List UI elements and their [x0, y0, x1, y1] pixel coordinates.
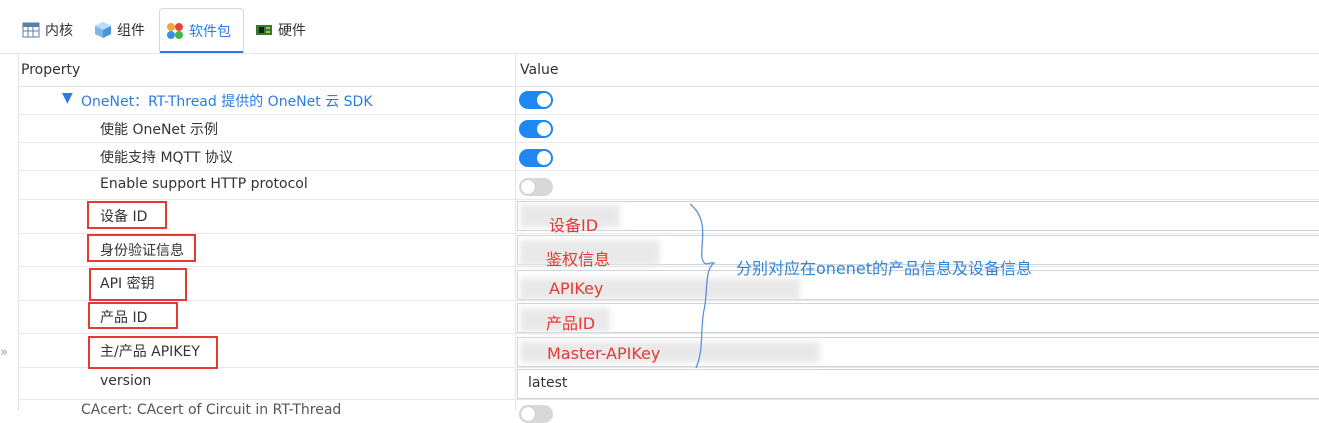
- table-icon: [22, 21, 40, 39]
- tab-kernel[interactable]: 内核: [22, 12, 73, 48]
- circuit-board-icon: [255, 21, 273, 39]
- highlight-box: [89, 268, 187, 301]
- collapse-sidebar-icon[interactable]: »: [0, 345, 14, 367]
- enable-mqtt-label: 使能支持 MQTT 协议: [100, 150, 233, 166]
- cacert-label: CAcert: CAcert of Circuit in RT-Thread: [81, 402, 342, 418]
- cacert-toggle[interactable]: [519, 405, 553, 423]
- header-property: Property: [21, 62, 81, 78]
- brace-drawing: [690, 203, 716, 369]
- version-value: latest: [528, 375, 568, 391]
- expand-arrow-icon[interactable]: ▼: [62, 90, 73, 106]
- annotation-auth-info: 鉴权信息: [546, 250, 611, 269]
- enable-mqtt-toggle[interactable]: [519, 149, 553, 167]
- tab-bar: 内核 组件 软件包 硬件: [0, 0, 1319, 54]
- enable-http-toggle[interactable]: [519, 178, 553, 196]
- annotation-master-apikey: Master-APIKey: [547, 344, 661, 363]
- tab-components-label: 组件: [117, 23, 145, 39]
- highlight-box: [88, 336, 218, 369]
- highlight-box: [87, 234, 196, 262]
- version-input[interactable]: latest: [517, 369, 1319, 399]
- highlight-box: [87, 201, 167, 229]
- product-id-input[interactable]: [517, 303, 1319, 333]
- annotation-product-id: 产品ID: [546, 314, 596, 333]
- grid-header: Property Value: [18, 54, 1319, 87]
- tab-hardware[interactable]: 硬件: [255, 12, 306, 48]
- onenet-toggle[interactable]: [519, 91, 553, 109]
- cube-icon: [94, 21, 112, 39]
- tab-hardware-label: 硬件: [278, 23, 306, 39]
- annotation-note: 分别对应在onenet的产品信息及设备信息: [736, 259, 1033, 278]
- device-id-input[interactable]: [517, 201, 1319, 231]
- annotation-device-id: 设备ID: [549, 216, 599, 235]
- version-label: version: [100, 373, 152, 389]
- enable-example-label: 使能 OneNet 示例: [100, 122, 218, 138]
- tab-kernel-label: 内核: [45, 23, 73, 39]
- flower-icon: [166, 22, 184, 40]
- enable-http-label: Enable support HTTP protocol: [100, 176, 308, 192]
- highlight-box: [88, 302, 178, 329]
- header-value: Value: [520, 62, 559, 78]
- tab-packages[interactable]: 软件包: [159, 8, 244, 54]
- tab-packages-label: 软件包: [189, 24, 231, 40]
- tab-components[interactable]: 组件: [94, 12, 145, 48]
- annotation-api-key: APIKey: [549, 279, 604, 298]
- onenet-group-label[interactable]: OneNet：RT-Thread 提供的 OneNet 云 SDK: [81, 91, 373, 111]
- enable-example-toggle[interactable]: [519, 120, 553, 138]
